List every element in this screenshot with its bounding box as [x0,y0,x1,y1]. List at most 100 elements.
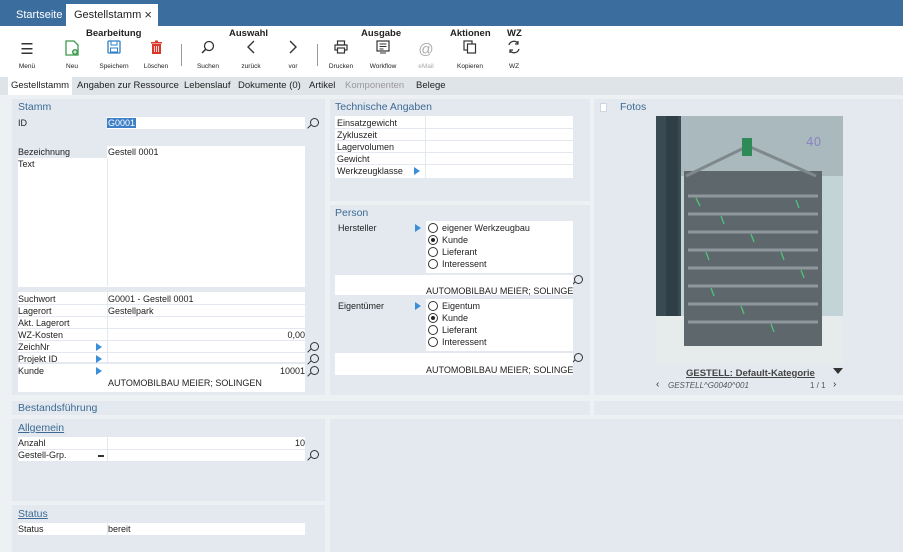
hersteller-radio-3[interactable] [428,259,438,269]
search-button[interactable]: Suchen [191,40,225,74]
anzahl-label: Anzahl [18,438,46,448]
bezeichnung-label: Bezeichnung [18,147,71,157]
copy-button[interactable]: Kopieren [453,40,487,74]
at-sign-icon: @ [418,41,434,58]
subtab-gestellstamm[interactable]: Gestellstamm [8,77,73,95]
group-aktionen: Aktionen [450,28,491,39]
ribbon-toolbar: Bearbeitung Auswahl Ausgabe Aktionen WZ … [0,26,903,76]
save-button[interactable]: Speichern [97,40,131,74]
bezeichnung-field[interactable]: Gestell 0001 [107,146,305,158]
stamm-panel: Stamm ID G0001 Bezeichnung Gestell 0001 … [12,99,325,395]
hersteller-radio-0[interactable] [428,223,438,233]
hersteller-radio-1[interactable] [428,235,438,245]
new-button-label: Neu [66,63,78,70]
wz-kosten-value[interactable]: 0,00 [287,330,305,340]
lagerort-label: Lagerort [18,306,52,316]
play-arrow-icon[interactable] [415,302,421,310]
subtab-artikel[interactable]: Artikel [306,77,338,95]
hersteller-radio-2[interactable] [428,247,438,257]
photo-pager: 1 / 1 [810,381,826,390]
kunde-name: AUTOMOBILBAU MEIER; SOLINGEN [108,378,262,388]
fotos-title: Fotos [620,101,647,113]
hersteller-name: AUTOMOBILBAU MEIER; SOLINGEN [426,286,573,296]
copy-button-label: Kopieren [456,63,484,70]
photo-gestell[interactable]: 40 [656,116,843,364]
subtab-lebenslauf[interactable]: Lebenslauf [181,77,233,95]
new-document-icon [55,40,89,60]
play-arrow-icon[interactable] [96,343,102,351]
eigentuemer-radio-0[interactable] [428,301,438,311]
eigentuemer-radio-3[interactable] [428,337,438,347]
content-area: Stamm ID G0001 Bezeichnung Gestell 0001 … [0,95,903,552]
bestand-panel-right [594,401,903,415]
kunde-value[interactable]: 10001 [280,366,305,376]
menu-button-label: Menü [18,63,36,70]
row-divider [335,128,573,129]
play-arrow-icon[interactable] [96,367,102,375]
bezeichnung-value: Gestell 0001 [108,147,159,157]
row-divider [18,304,305,305]
bestand-title: Bestandsführung [18,402,98,414]
lagerort-value[interactable]: Gestellpark [108,306,154,316]
tab-gestellstamm-label: Gestellstamm [74,9,142,21]
tab-gestellstamm[interactable]: Gestellstamm × [66,4,158,26]
search-icon[interactable] [310,450,319,459]
search-icon[interactable] [310,366,319,375]
play-arrow-icon[interactable] [96,355,102,363]
id-field[interactable]: G0001 [107,117,305,129]
subtab-angaben-ressource[interactable]: Angaben zur Ressource [74,77,182,95]
photo-category[interactable]: GESTELL: Default-Kategorie [686,368,815,379]
subtab-dokumente[interactable]: Dokumente (0) [235,77,304,95]
search-icon[interactable] [574,275,583,284]
sub-tab-bar: Gestellstamm Angaben zur Ressource Leben… [0,77,903,95]
search-icon[interactable] [574,353,583,362]
wz-button-label: WZ [508,63,520,70]
person-panel: Person Hersteller eigener Werkzeugbau Ku… [330,205,590,395]
werkzeugklasse-label: Werkzeugklasse [337,166,403,176]
projekt-label: Projekt ID [18,354,58,364]
photo-marking: 40 [806,135,821,149]
chevron-right-icon [276,40,310,60]
menu-button[interactable]: ☰ Menü [10,40,44,74]
new-button[interactable]: Neu [55,40,89,74]
suchwort-value[interactable]: G0001 - Gestell 0001 [108,294,194,304]
play-arrow-icon[interactable] [415,224,421,232]
group-auswahl: Auswahl [229,28,269,39]
search-icon[interactable] [310,354,319,363]
hersteller-option-label: Interessent [442,259,487,269]
link-arrow-icon[interactable] [98,455,104,457]
email-button[interactable]: @ eMail [409,40,443,74]
eigentuemer-radio-1[interactable] [428,313,438,323]
eigentuemer-option-label: Eigentum [442,301,481,311]
filter-icon[interactable] [833,368,843,374]
status-value[interactable]: bereit [108,524,131,534]
workflow-button[interactable]: Workflow [366,40,400,74]
hersteller-label: Hersteller [338,223,377,233]
eigentuemer-name: AUTOMOBILBAU MEIER; SOLINGEN [426,365,573,375]
technik-panel: Technische Angaben Einsatzgewicht Zyklus… [330,99,590,201]
delete-button[interactable]: Löschen [139,40,173,74]
hersteller-option-label: eigener Werkzeugbau [442,223,530,233]
eigentuemer-option-label: Interessent [442,337,487,347]
print-button[interactable]: Drucken [324,40,358,74]
chevron-left-icon[interactable]: ‹ [656,379,659,390]
row-divider [18,340,305,341]
search-icon[interactable] [310,342,319,351]
tab-startseite[interactable]: Startseite [8,4,70,26]
eigentuemer-radio-2[interactable] [428,325,438,335]
subtab-komponenten: Komponenten [345,80,405,91]
text-field[interactable] [107,159,305,286]
search-icon[interactable] [310,118,319,127]
forward-button[interactable]: vor [276,40,310,74]
wz-button[interactable]: WZ [497,40,531,74]
delete-button-label: Löschen [143,63,169,70]
play-arrow-icon[interactable] [414,167,420,175]
id-label: ID [18,118,27,128]
chevron-right-icon[interactable]: › [833,379,836,390]
anzahl-value[interactable]: 10 [295,438,305,448]
subtab-belege[interactable]: Belege [413,77,449,95]
back-button[interactable]: zurück [234,40,268,74]
close-icon[interactable]: × [144,4,152,26]
group-ausgabe: Ausgabe [361,28,402,39]
chevron-left-icon [234,40,268,60]
